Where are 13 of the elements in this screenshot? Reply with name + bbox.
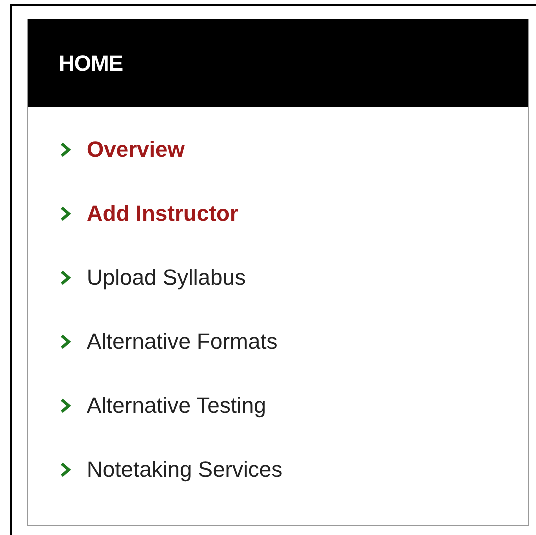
chevron-icon xyxy=(59,334,73,350)
menu-link[interactable]: Notetaking Services xyxy=(87,456,283,484)
chevron-icon xyxy=(59,206,73,222)
chevron-icon xyxy=(59,398,73,414)
menu-link[interactable]: Overview xyxy=(87,136,185,164)
chevron-icon xyxy=(59,142,73,158)
menu-link[interactable]: Alternative Testing xyxy=(87,392,266,420)
menu-title: HOME xyxy=(59,50,123,78)
menu-link[interactable]: Add Instructor xyxy=(87,200,239,228)
chevron-icon xyxy=(59,270,73,286)
menu-link[interactable]: Upload Syllabus xyxy=(87,264,246,292)
chevron-icon xyxy=(59,462,73,478)
menu-link[interactable]: Alternative Formats xyxy=(87,328,278,356)
